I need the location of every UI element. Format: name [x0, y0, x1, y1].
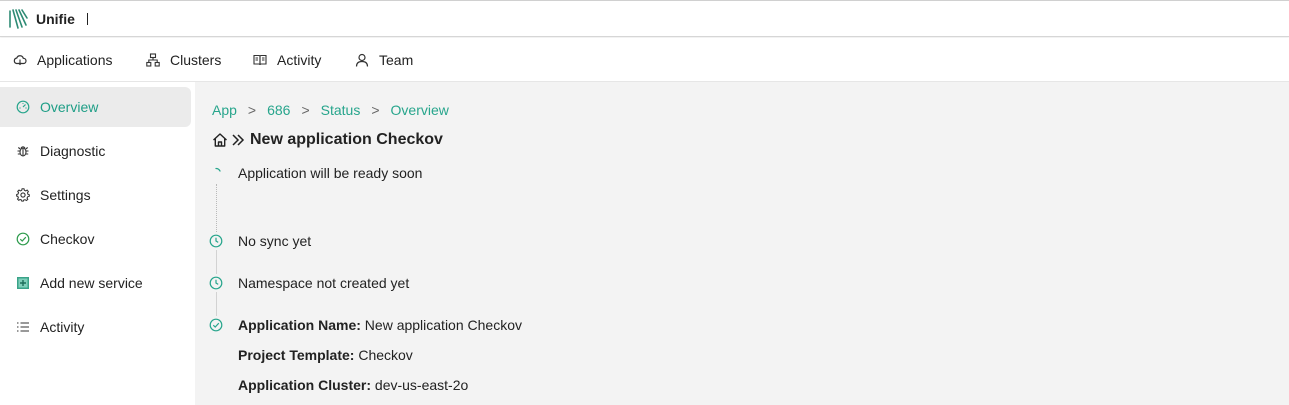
detail-value: New application Checkov	[364, 317, 522, 333]
nav-label: Team	[379, 52, 414, 68]
double-chevron-right-icon	[232, 134, 245, 146]
timeline-connector	[216, 184, 217, 232]
text-cursor	[87, 13, 88, 25]
brand-name[interactable]: Unifie	[36, 11, 75, 27]
status-step-ready: Application will be ready soon	[209, 165, 422, 181]
sidebar-item-diagnostic[interactable]: Diagnostic	[0, 131, 191, 171]
breadcrumb-status[interactable]: Status	[321, 102, 361, 118]
sidebar-item-add-new-service[interactable]: Add new service	[0, 263, 191, 303]
bug-icon	[17, 146, 29, 157]
nav-applications[interactable]: Applications	[13, 38, 113, 82]
detail-label: Project Template:	[238, 347, 355, 363]
sidebar-item-activity[interactable]: Activity	[0, 307, 191, 347]
sidebar-item-label: Settings	[40, 187, 91, 203]
nav-label: Activity	[277, 52, 322, 68]
unifie-logo-icon[interactable]	[8, 8, 28, 30]
check-circle-icon	[209, 318, 223, 332]
spinner-icon	[215, 167, 221, 172]
timeline-connector	[216, 292, 217, 316]
clock-icon	[209, 276, 223, 290]
status-step-details: Application Name: New application Checko…	[209, 317, 522, 333]
top-bar: Unifie	[0, 0, 1289, 37]
status-step-namespace: Namespace not created yet	[209, 275, 409, 291]
breadcrumb: App > 686 > Status > Overview	[212, 102, 449, 118]
detail-label: Application Cluster:	[238, 377, 372, 393]
breadcrumb-separator: >	[301, 102, 310, 118]
detail-value: dev-us-east-2o	[374, 377, 469, 393]
detail-line: Application Cluster: dev-us-east-2o	[238, 377, 468, 393]
book-icon	[253, 54, 267, 66]
breadcrumb-app[interactable]: App	[212, 102, 237, 118]
sidebar-item-label: Add new service	[40, 275, 143, 291]
page-title-row: New application Checkov	[212, 131, 443, 149]
status-step-text: No sync yet	[238, 233, 312, 249]
sidebar-item-settings[interactable]: Settings	[0, 175, 191, 215]
breadcrumb-overview[interactable]: Overview	[391, 102, 449, 118]
check-circle-icon	[16, 232, 30, 246]
main-nav: Applications Clusters Activity Team	[0, 38, 1289, 82]
nav-label: Applications	[37, 52, 113, 68]
sidebar-item-label: Overview	[40, 99, 99, 115]
nav-label: Clusters	[170, 52, 222, 68]
gear-icon	[16, 188, 30, 202]
detail-value: Checkov	[358, 347, 413, 363]
sidebar-item-checkov[interactable]: Checkov	[0, 219, 191, 259]
status-step-sync: No sync yet	[209, 233, 311, 249]
plus-square-icon	[17, 277, 29, 289]
user-icon	[355, 53, 369, 67]
sidebar-item-overview[interactable]: Overview	[0, 87, 191, 127]
clock-icon	[209, 234, 223, 248]
nav-clusters[interactable]: Clusters	[146, 38, 221, 82]
sidebar-item-label: Diagnostic	[40, 143, 106, 159]
status-step-text: Application will be ready soon	[238, 165, 423, 181]
sidebar: Overview Diagnostic Settings Checkov Add…	[0, 82, 195, 405]
detail-label: Application Name:	[238, 317, 361, 333]
nav-activity[interactable]: Activity	[253, 38, 321, 82]
timeline-connector	[216, 250, 217, 274]
list-icon	[17, 322, 29, 332]
home-icon[interactable]	[212, 132, 228, 148]
status-step-text: Namespace not created yet	[238, 275, 410, 291]
breadcrumb-separator: >	[247, 102, 257, 118]
detail-line: Project Template: Checkov	[238, 347, 413, 363]
network-icon	[146, 53, 160, 67]
page-title: New application Checkov	[250, 131, 443, 148]
detail-line: Application Name: New application Checko…	[238, 317, 522, 333]
dashboard-icon	[16, 100, 30, 114]
main-content: App > 686 > Status > Overview New applic…	[195, 82, 1289, 405]
breadcrumb-separator: >	[371, 102, 380, 118]
sidebar-item-label: Checkov	[40, 231, 95, 247]
cloud-icon	[13, 55, 27, 66]
nav-team[interactable]: Team	[355, 38, 413, 82]
breadcrumb-app-id[interactable]: 686	[267, 102, 290, 118]
sidebar-item-label: Activity	[40, 319, 85, 335]
